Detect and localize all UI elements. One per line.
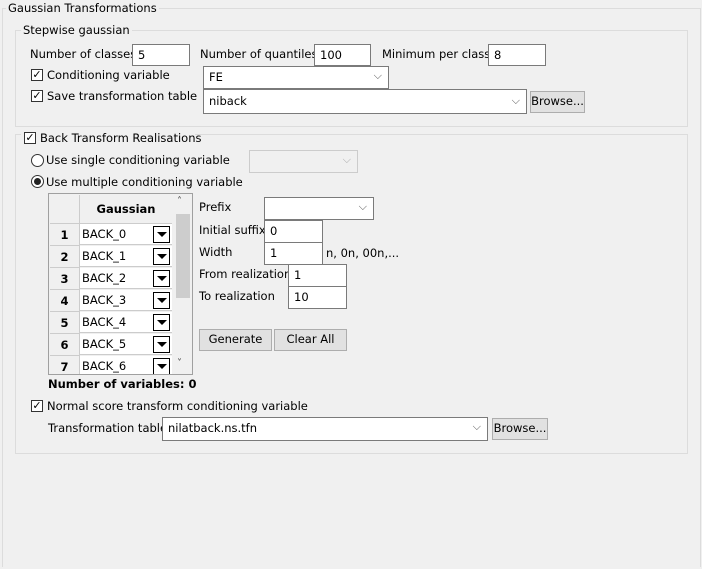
table-row[interactable]: BACK_3 <box>80 290 172 311</box>
table-scrollbar[interactable]: ˄ ˅ <box>174 194 192 374</box>
chevron-down-icon: ⌵ <box>373 69 382 82</box>
scroll-down-icon[interactable]: ˅ <box>177 358 182 369</box>
initial-suffix-input[interactable]: 0 <box>264 220 323 243</box>
cell-value: BACK_2 <box>82 271 127 285</box>
row-header[interactable]: 7 <box>50 356 80 374</box>
save-table-checkbox[interactable]: ✓ <box>31 90 43 102</box>
dropdown-arrow-icon[interactable] <box>153 358 170 374</box>
back-transform-label: Back Transform Realisations <box>40 131 202 145</box>
chevron-down-icon: ⌵ <box>358 200 367 213</box>
row-header[interactable]: 4 <box>50 290 80 312</box>
group-title: Gaussian Transformations <box>6 1 159 15</box>
transformation-browse-button[interactable]: Browse... <box>492 418 548 440</box>
scroll-up-icon[interactable]: ˄ <box>177 196 182 207</box>
stepwise-title: Stepwise gaussian <box>21 23 132 37</box>
combo-value: nilatback.ns.tfn <box>168 421 258 435</box>
row-header[interactable]: 5 <box>50 312 80 334</box>
combo-value: niback <box>209 94 247 108</box>
browse-button[interactable]: Browse... <box>530 91 585 113</box>
quantiles-input[interactable]: 100 <box>314 44 371 66</box>
table-row[interactable]: BACK_1 <box>80 246 172 267</box>
from-realization-label: From realization <box>199 267 292 281</box>
save-table-combo[interactable]: niback ⌵ <box>203 89 527 114</box>
clear-all-button[interactable]: Clear All <box>274 329 347 351</box>
row-header[interactable]: 1 <box>50 224 80 246</box>
single-variable-label: Use single conditioning variable <box>46 153 230 167</box>
classes-input[interactable]: 5 <box>132 44 190 66</box>
dropdown-arrow-icon[interactable] <box>153 270 170 287</box>
generate-button[interactable]: Generate <box>199 329 272 351</box>
cell-value: BACK_0 <box>82 227 127 241</box>
cell-value: BACK_1 <box>82 249 127 263</box>
multiple-variable-label: Use multiple conditioning variable <box>46 175 243 189</box>
initial-suffix-label: Initial suffix <box>199 223 266 237</box>
table-row[interactable]: BACK_6 <box>80 356 172 374</box>
classes-label: Number of classes <box>30 47 137 61</box>
transformation-table-label: Transformation table <box>48 421 168 435</box>
conditioning-variable-label: Conditioning variable <box>47 68 170 82</box>
table-row[interactable]: BACK_2 <box>80 268 172 289</box>
table-row[interactable]: BACK_5 <box>80 334 172 355</box>
row-header[interactable]: 6 <box>50 334 80 356</box>
chevron-down-icon: ⌵ <box>472 420 481 433</box>
row-header[interactable]: 3 <box>50 268 80 290</box>
dropdown-arrow-icon[interactable] <box>153 248 170 265</box>
dropdown-arrow-icon[interactable] <box>153 292 170 309</box>
chevron-down-icon: ⌵ <box>342 153 351 166</box>
chevron-down-icon: ⌵ <box>511 94 520 107</box>
conditioning-variable-checkbox[interactable]: ✓ <box>31 69 43 81</box>
normal-score-checkbox[interactable]: ✓ <box>31 400 43 412</box>
to-realization-input[interactable]: 10 <box>288 286 347 309</box>
normal-score-label: Normal score transform conditioning vari… <box>47 399 308 413</box>
row-header[interactable]: 2 <box>50 246 80 268</box>
table-row[interactable]: BACK_4 <box>80 312 172 333</box>
width-hint: n, 0n, 00n,... <box>326 246 400 260</box>
dropdown-arrow-icon[interactable] <box>153 226 170 243</box>
save-table-label: Save transformation table <box>47 89 198 103</box>
gaussian-table[interactable]: Gaussian 1 BACK_0 2 BACK_1 3 BACK_2 4 BACK_… <box>48 193 193 375</box>
cell-value: BACK_3 <box>82 293 127 307</box>
back-transform-checkbox[interactable]: ✓ <box>24 132 36 144</box>
min-per-class-label: Minimum per class <box>382 47 491 61</box>
width-label: Width <box>199 245 233 259</box>
table-row[interactable]: BACK_0 <box>80 224 172 245</box>
conditioning-variable-combo[interactable]: FE ⌵ <box>203 66 389 89</box>
from-realization-input[interactable]: 1 <box>288 264 347 287</box>
width-input[interactable]: 1 <box>264 242 323 265</box>
corner-header <box>50 195 80 224</box>
transformation-table-combo[interactable]: nilatback.ns.tfn ⌵ <box>162 417 488 441</box>
column-header-gaussian[interactable]: Gaussian <box>80 195 172 224</box>
cell-value: BACK_5 <box>82 337 127 351</box>
min-per-class-input[interactable]: 8 <box>488 44 546 66</box>
quantiles-label: Number of quantiles <box>200 47 318 61</box>
to-realization-label: To realization <box>199 289 275 303</box>
prefix-label: Prefix <box>199 200 232 214</box>
cell-value: BACK_6 <box>82 359 127 373</box>
combo-value: FE <box>209 70 223 84</box>
dropdown-arrow-icon[interactable] <box>153 336 170 353</box>
multiple-variable-radio[interactable] <box>31 175 44 188</box>
scroll-thumb[interactable] <box>176 214 190 298</box>
cell-value: BACK_4 <box>82 315 127 329</box>
single-variable-radio[interactable] <box>31 154 44 167</box>
prefix-combo[interactable]: ⌵ <box>264 197 374 220</box>
dropdown-arrow-icon[interactable] <box>153 314 170 331</box>
single-variable-combo[interactable]: ⌵ <box>249 150 358 173</box>
variable-count: Number of variables: 0 <box>48 377 197 391</box>
